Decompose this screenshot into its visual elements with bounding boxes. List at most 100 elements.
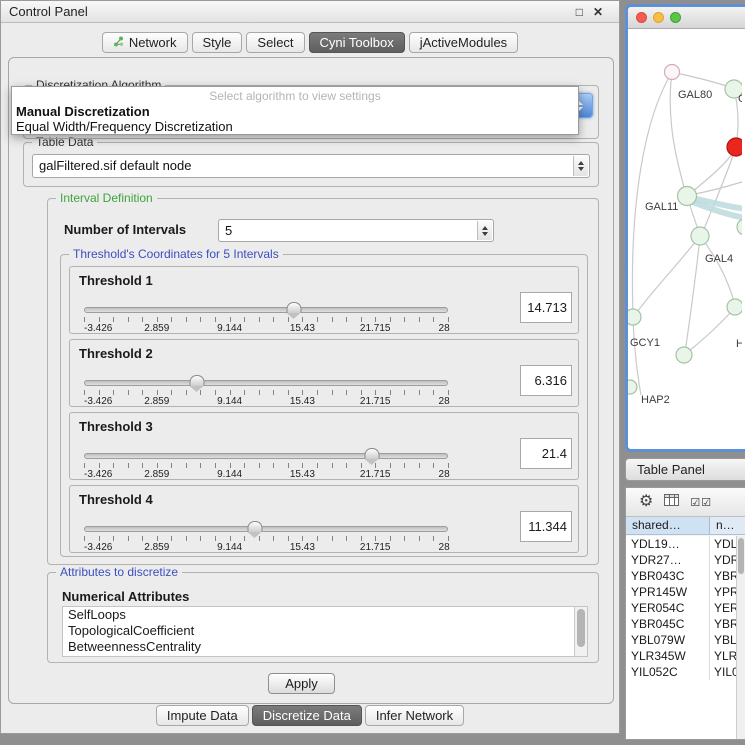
columns-icon[interactable] [664,493,679,511]
scrollbar-thumb[interactable] [577,609,585,647]
float-window-icon[interactable]: □ [576,5,583,19]
threshold-slider[interactable]: -3.4262.8599.14415.4321.71528 [84,305,448,333]
zoom-traffic-light-icon[interactable] [670,12,681,23]
table-data-combobox[interactable]: galFiltered.sif default node [32,154,590,178]
apply-button[interactable]: Apply [268,673,335,694]
network-window-titlebar[interactable] [628,7,745,29]
cell-name[interactable]: YBR0… [710,568,736,584]
cell-name[interactable]: YIL0… [710,664,736,680]
tab-select[interactable]: Select [246,32,304,53]
numerical-attributes-list[interactable]: SelfLoopsTopologicalCoefficientBetweenne… [62,606,588,657]
network-edge[interactable] [632,72,672,315]
tab-style[interactable]: Style [192,32,243,53]
cell-name[interactable]: YBL0… [710,632,736,648]
table-panel-header[interactable]: Table Panel [625,458,745,481]
scrollbar-thumb[interactable] [738,538,744,574]
network-node[interactable] [691,227,709,245]
attribute-list-item[interactable]: SelfLoops [63,607,587,623]
network-edge[interactable] [702,147,736,234]
cell-shared-name[interactable]: YBR043C [626,568,710,584]
threshold-slider[interactable]: -3.4262.8599.14415.4321.71528 [84,378,448,406]
network-node[interactable] [727,299,742,315]
table-row[interactable]: YDR27…YDR2… [626,552,736,568]
gear-icon[interactable]: ⚙ [639,494,653,510]
column-header-shared-name[interactable]: shared… [626,517,710,534]
network-node[interactable] [678,187,697,206]
attribute-list-item[interactable]: TopologicalCoefficient [63,623,587,639]
combo-stepper-icon[interactable] [573,156,588,176]
cell-name[interactable]: YDL1… [710,536,736,552]
network-edge[interactable] [690,181,742,195]
table-row[interactable]: YBR043CYBR0… [626,568,736,584]
table-row[interactable]: YIL052CYIL0… [626,664,736,680]
threshold-label: Threshold 2 [79,346,153,361]
network-node[interactable] [665,65,680,80]
network-edge[interactable] [672,72,732,88]
attributes-scrollbar[interactable] [574,607,587,656]
network-canvas[interactable]: GAL80G…GAL11GAL4GCY1H…HAP2 [628,29,742,449]
slider-track[interactable] [84,380,448,386]
cell-shared-name[interactable]: YBL079W [626,632,710,648]
combo-stepper-icon[interactable] [477,221,492,240]
slider-track[interactable] [84,453,448,459]
table-row[interactable]: YPR145WYPR1… [626,584,736,600]
slider-thumb[interactable] [248,521,263,532]
cell-shared-name[interactable]: YLR345W [626,648,710,664]
tab-jactivemodules[interactable]: jActiveModules [409,32,518,53]
table-row[interactable]: YBL079WYBL0… [626,632,736,648]
slider-thumb[interactable] [189,375,204,386]
cell-name[interactable]: YPR1… [710,584,736,600]
tab-discretize-data[interactable]: Discretize Data [252,705,362,726]
threshold-value-field[interactable]: 11.344 [520,511,572,542]
network-edge[interactable] [685,236,700,353]
threshold-value-field[interactable]: 6.316 [520,365,572,396]
network-node[interactable] [737,219,742,235]
dropdown-option-manual-discretization[interactable]: Manual Discretization [12,104,578,119]
cell-shared-name[interactable]: YDL19… [626,536,710,552]
cell-shared-name[interactable]: YER054C [626,600,710,616]
cell-shared-name[interactable]: YDR27… [626,552,710,568]
table-row[interactable]: YBR045CYBR0… [626,616,736,632]
threshold-slider[interactable]: -3.4262.8599.14415.4321.71528 [84,451,448,479]
threshold-value-field[interactable]: 21.4 [520,438,572,469]
table-body[interactable]: YDL19…YDL1…YDR27…YDR2…YBR043CYBR0…YPR145… [626,536,736,739]
slider-thumb[interactable] [287,302,302,313]
tab-infer-network[interactable]: Infer Network [365,705,464,726]
minimize-traffic-light-icon[interactable] [653,12,664,23]
cell-name[interactable]: YBR0… [710,616,736,632]
scale-tick-label: 28 [439,323,450,334]
tab-network[interactable]: Network [102,32,188,53]
network-node[interactable] [628,380,637,394]
network-node[interactable] [676,347,692,363]
slider-track[interactable] [84,526,448,532]
slider-track[interactable] [84,307,448,313]
dropdown-option-equal-width-frequency[interactable]: Equal Width/Frequency Discretization [12,119,578,134]
network-edge[interactable] [684,310,733,355]
select-columns-icon[interactable]: ☑☑ [690,496,712,509]
cell-name[interactable]: YLR3… [710,648,736,664]
table-row[interactable]: YER054CYER0… [626,600,736,616]
cell-shared-name[interactable]: YBR045C [626,616,710,632]
column-header-name[interactable]: n… [710,517,745,534]
table-scrollbar[interactable] [736,536,745,739]
network-node[interactable] [727,138,742,156]
table-row[interactable]: YLR345WYLR3… [626,648,736,664]
network-node[interactable] [628,309,641,325]
threshold-slider[interactable]: -3.4262.8599.14415.4321.71528 [84,524,448,552]
close-traffic-light-icon[interactable] [636,12,647,23]
cell-name[interactable]: YER0… [710,600,736,616]
tab-impute-data[interactable]: Impute Data [156,705,249,726]
cell-name[interactable]: YDR2… [710,552,736,568]
table-row[interactable]: YDL19…YDL1… [626,536,736,552]
cell-shared-name[interactable]: YIL052C [626,664,710,680]
control-panel-titlebar[interactable]: Control Panel □ ✕ [1,1,619,23]
close-window-icon[interactable]: ✕ [593,5,603,19]
threshold-value-field[interactable]: 14.713 [520,292,572,323]
network-edge[interactable] [700,236,735,305]
network-edge[interactable] [635,236,700,315]
cell-shared-name[interactable]: YPR145W [626,584,710,600]
number-of-intervals-combobox[interactable]: 5 [218,219,494,242]
slider-thumb[interactable] [364,448,379,459]
tab-cyni-toolbox[interactable]: Cyni Toolbox [309,32,405,53]
attribute-list-item[interactable]: BetweennessCentrality [63,639,587,655]
